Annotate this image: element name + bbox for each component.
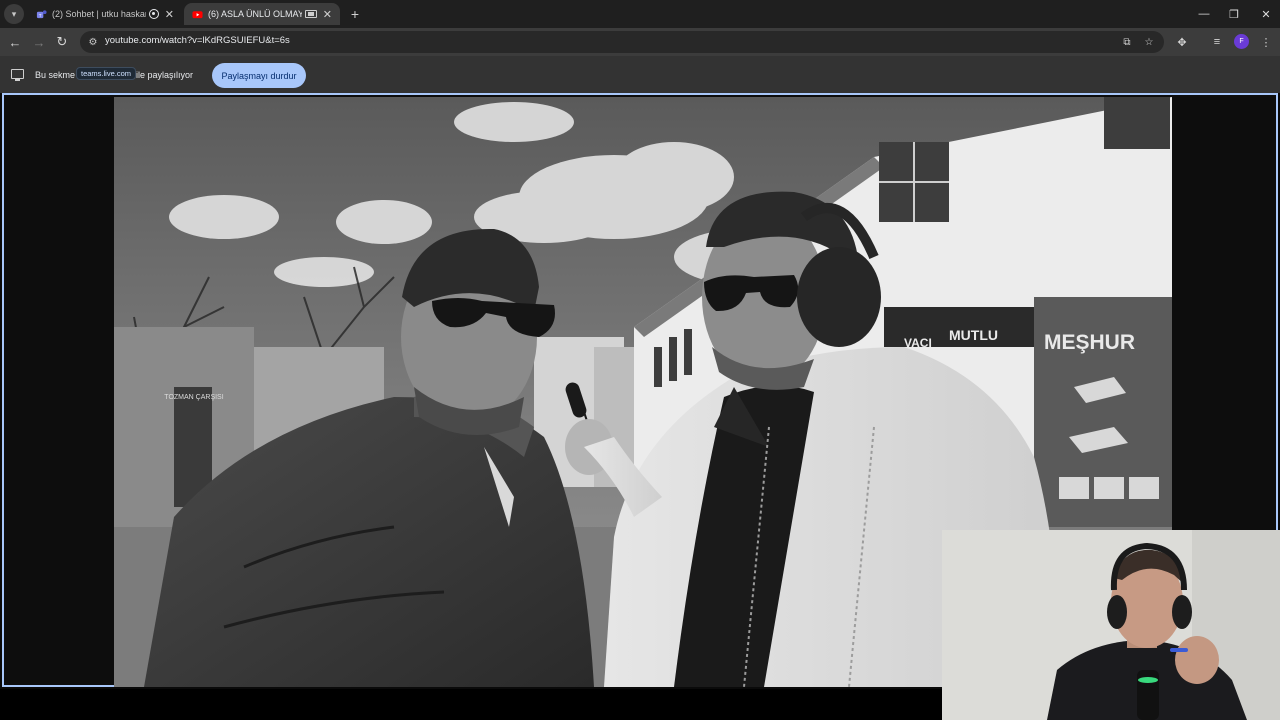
bookmark-star-icon[interactable]: ☆: [1142, 35, 1156, 49]
restore-button[interactable]: ❐: [1218, 0, 1250, 28]
close-icon[interactable]: ✕: [165, 8, 174, 21]
reading-list-icon[interactable]: ≡: [1209, 34, 1225, 50]
video-sign-text: MEŞHUR: [1044, 331, 1135, 354]
address-bar[interactable]: ⚙ youtube.com/watch?v=lKdRGSUIEFU&t=6s ⧉…: [80, 31, 1164, 53]
back-button[interactable]: ←: [6, 33, 24, 51]
sharing-text: ile paylaşılıyor: [136, 70, 194, 80]
sharing-text: Bu sekme: [35, 70, 76, 80]
stop-sharing-button[interactable]: Paylaşmayı durdur: [212, 63, 306, 88]
close-window-button[interactable]: ✕: [1250, 0, 1280, 28]
video-sign-text: TOZMAN ÇARŞISI: [164, 394, 223, 401]
video-sign-text: VACI: [904, 336, 932, 350]
cast-icon[interactable]: ⧉: [1120, 35, 1134, 49]
tab-sharing-bar: Bu sekme teams.live.com ile paylaşılıyor…: [0, 56, 1280, 93]
tab-strip: ▾ T (2) Sohbet | utku haskan | M ✕ (6) A…: [0, 0, 1280, 28]
forward-button[interactable]: →: [30, 33, 48, 51]
extensions-icon[interactable]: ✥: [1174, 34, 1190, 50]
new-tab-button[interactable]: +: [345, 4, 365, 24]
menu-icon[interactable]: ⋮: [1258, 34, 1274, 50]
tab-title: (2) Sohbet | utku haskan | M: [52, 9, 146, 19]
arrow-left-icon: ←: [8, 34, 22, 50]
sharing-domain-chip: teams.live.com: [76, 67, 137, 80]
tab-title: (6) ASLA ÜNLÜ OLMAYAN S: [208, 9, 302, 19]
profile-avatar[interactable]: F: [1234, 34, 1249, 49]
site-info-icon[interactable]: ⚙: [86, 35, 100, 49]
tab-search-button[interactable]: ▾: [4, 4, 24, 24]
url-text[interactable]: youtube.com/watch?v=lKdRGSUIEFU&t=6s: [105, 35, 290, 46]
teams-icon: T: [36, 9, 47, 18]
youtube-icon: [192, 10, 203, 18]
chevron-down-icon: ▾: [11, 8, 17, 19]
minimize-button[interactable]: —: [1188, 0, 1220, 28]
screen-share-icon: [304, 10, 317, 18]
tab-youtube-video[interactable]: (6) ASLA ÜNLÜ OLMAYAN S ✕: [184, 3, 340, 25]
recording-icon: [148, 9, 159, 19]
reload-button[interactable]: ↻: [53, 33, 71, 51]
screen-share-icon: [11, 69, 24, 81]
arrow-right-icon: →: [32, 34, 46, 50]
close-icon[interactable]: ✕: [323, 8, 332, 21]
webcam-feed: [942, 530, 1280, 720]
svg-text:T: T: [39, 12, 42, 17]
video-sign-text: MUTLU: [949, 327, 998, 343]
webcam-overlay: [942, 530, 1280, 720]
reload-icon: ↻: [56, 34, 68, 49]
tab-teams-chat[interactable]: T (2) Sohbet | utku haskan | M ✕: [28, 3, 182, 25]
browser-toolbar: ← → ↻ ⚙ youtube.com/watch?v=lKdRGSUIEFU&…: [0, 28, 1280, 56]
